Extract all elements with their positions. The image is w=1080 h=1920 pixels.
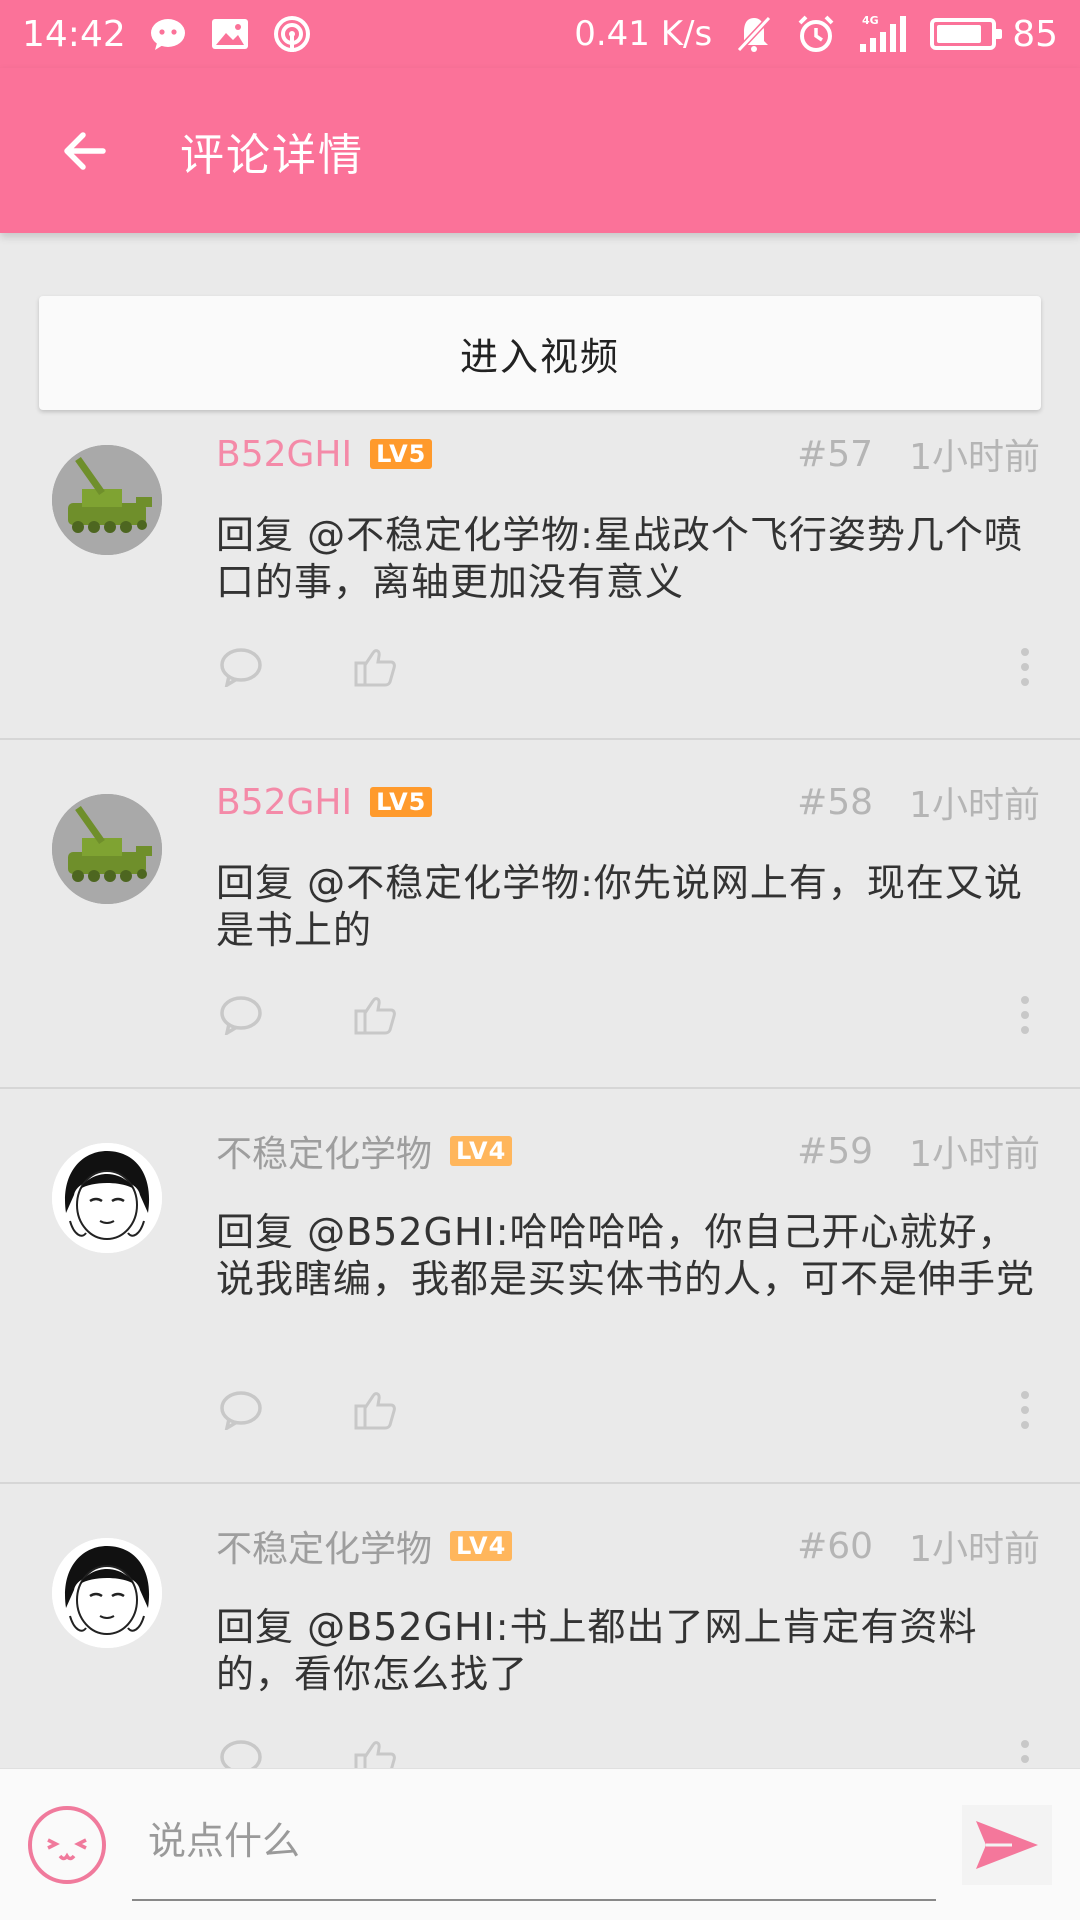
status-bar: 14:42 0.41 K/s 4G 85: [0, 0, 1080, 68]
username[interactable]: B52GHI: [216, 434, 352, 475]
app-bar: 评论详情: [0, 68, 1080, 233]
floor-number: #57: [797, 433, 874, 475]
comment-item: 不稳定化学物 LV4 #59 1小时前 回复 @B52GHI:哈哈哈哈，你自己开…: [0, 1089, 1080, 1484]
more-options-button[interactable]: [1000, 990, 1050, 1040]
comment-bubble-icon: [220, 1391, 262, 1430]
username[interactable]: B52GHI: [216, 782, 352, 823]
floor-number: #59: [797, 1130, 874, 1172]
comment-bubble-icon: [220, 648, 262, 687]
level-badge: LV4: [450, 1136, 513, 1166]
level-badge: LV5: [370, 787, 433, 817]
avatar[interactable]: [52, 445, 162, 555]
like-button[interactable]: [350, 990, 400, 1040]
username[interactable]: 不稳定化学物: [216, 1125, 432, 1177]
comment-bubble-icon: [220, 996, 262, 1035]
comment-text: 回复 @不稳定化学物:你先说网上有，现在又说是书上的: [216, 861, 1023, 952]
reply-button[interactable]: [216, 1385, 266, 1435]
emoji-face-icon: [28, 1805, 106, 1884]
level-badge: LV4: [450, 1531, 513, 1561]
comment-time: 1小时前: [909, 437, 1040, 478]
avatar[interactable]: [52, 794, 162, 904]
comment-text: 回复 @B52GHI:书上都出了网上肯定有资料的，看你怎么找了: [216, 1605, 978, 1696]
tank-avatar-image: [52, 445, 162, 555]
avatar[interactable]: [52, 1143, 162, 1253]
comment-input-bar: [0, 1768, 1080, 1920]
comment-time: 1小时前: [909, 1529, 1040, 1570]
more-vert-icon: [1021, 1391, 1029, 1429]
emoji-button[interactable]: [24, 1802, 110, 1888]
send-button[interactable]: [962, 1805, 1052, 1885]
send-icon: [976, 1821, 1038, 1869]
comment-time: 1小时前: [909, 785, 1040, 826]
thumb-up-icon: [354, 1392, 396, 1430]
more-vert-icon: [1021, 648, 1029, 686]
anime-girl-avatar-image: [52, 1143, 162, 1253]
network-speed: 0.41 K/s: [574, 14, 713, 54]
battery-icon: [930, 18, 1003, 50]
more-vert-icon: [1021, 996, 1029, 1034]
reply-button[interactable]: [216, 642, 266, 692]
like-button[interactable]: [350, 642, 400, 692]
comment-item: B52GHI LV5 #58 1小时前 回复 @不稳定化学物:你先说网上有，现在…: [0, 740, 1080, 1089]
comment-text: 回复 @B52GHI:哈哈哈哈，你自己开心就好，说我瞎编，我都是买实体书的人，可…: [216, 1210, 1036, 1301]
username[interactable]: 不稳定化学物: [216, 1520, 432, 1572]
hotspot-icon: [272, 14, 312, 54]
comment-input[interactable]: [132, 1819, 936, 1863]
signal-icon: 4G: [858, 14, 908, 54]
arrow-left-icon: [64, 131, 106, 170]
page-title: 评论详情: [180, 129, 364, 181]
reply-button[interactable]: [216, 990, 266, 1040]
back-button[interactable]: [40, 106, 130, 196]
tank-avatar-image: [52, 794, 162, 904]
network-type-label: 4G: [862, 14, 879, 27]
image-notification-icon: [210, 14, 250, 54]
more-options-button[interactable]: [1000, 642, 1050, 692]
mute-icon: [734, 14, 774, 54]
thumb-up-icon: [354, 997, 396, 1035]
like-button[interactable]: [350, 1385, 400, 1435]
more-options-button[interactable]: [1000, 1385, 1050, 1435]
comment-item: B52GHI LV5 #57 1小时前 回复 @不稳定化学物:星战改个飞行姿势几…: [0, 420, 1080, 740]
floor-number: #60: [797, 1525, 874, 1567]
comment-text: 回复 @不稳定化学物:星战改个飞行姿势几个喷口的事，离轴更加没有意义: [216, 513, 1023, 604]
wechat-icon: [148, 14, 188, 54]
thumb-up-icon: [354, 649, 396, 687]
enter-video-button[interactable]: 进入视频: [39, 296, 1041, 410]
floor-number: #58: [797, 781, 874, 823]
avatar[interactable]: [52, 1538, 162, 1648]
battery-indicator: 85: [930, 14, 1058, 55]
alarm-icon: [796, 14, 836, 54]
clock: 14:42: [22, 13, 126, 55]
battery-percent: 85: [1012, 13, 1058, 55]
comment-item: 不稳定化学物 LV4 #60 1小时前 回复 @B52GHI:书上都出了网上肯定…: [0, 1484, 1080, 1804]
level-badge: LV5: [370, 439, 433, 469]
comment-time: 1小时前: [909, 1134, 1040, 1175]
anime-girl-avatar-image: [52, 1538, 162, 1648]
comment-list: B52GHI LV5 #57 1小时前 回复 @不稳定化学物:星战改个飞行姿势几…: [0, 420, 1080, 1804]
